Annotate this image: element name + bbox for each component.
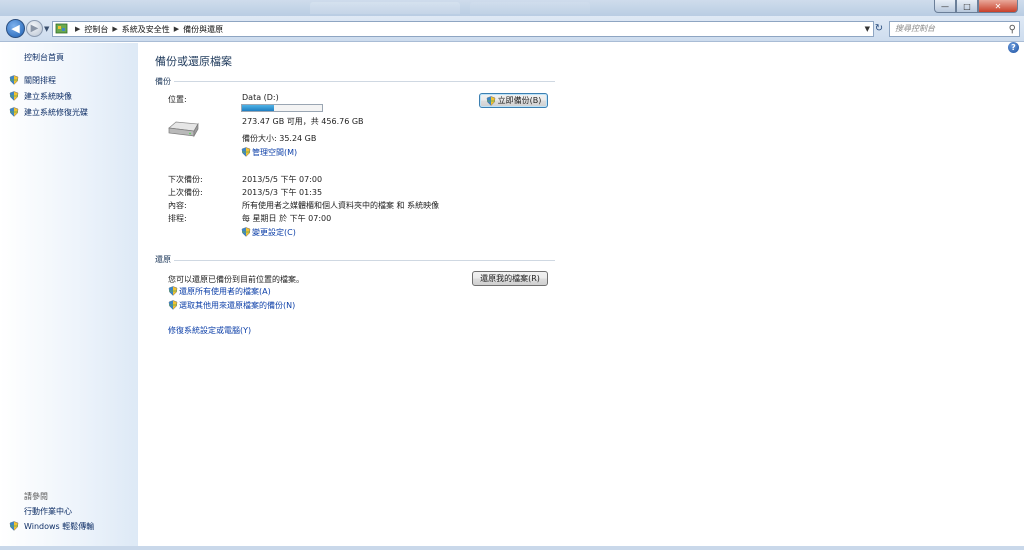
select-other-backup-link[interactable]: 選取其他用來還原檔案的備份(N) bbox=[179, 300, 295, 311]
backup-size: 備份大小: 35.24 GB bbox=[242, 134, 317, 143]
restore-description: 您可以還原已備份到目前位置的檔案。 bbox=[168, 275, 304, 284]
recover-system-link[interactable]: 修復系統設定或電腦(Y) bbox=[168, 325, 251, 336]
page-title: 備份或還原檔案 bbox=[155, 55, 232, 68]
shield-icon bbox=[9, 91, 19, 101]
arrow-left-icon: ◀ bbox=[11, 22, 20, 35]
sidebar-item-control-panel-home[interactable]: 控制台首頁 bbox=[24, 52, 64, 63]
breadcrumb-separator[interactable]: ▶ bbox=[112, 25, 117, 33]
schedule-value: 每 星期日 於 下午 07:00 bbox=[242, 214, 332, 223]
help-icon[interactable]: ? bbox=[1008, 42, 1019, 53]
breadcrumb-separator[interactable]: ▶ bbox=[174, 25, 179, 33]
minimize-button[interactable]: — bbox=[934, 0, 956, 13]
backup-section-heading: 備份 bbox=[155, 77, 171, 86]
sidebar-item-create-repair-disc[interactable]: 建立系統修復光碟 bbox=[24, 107, 88, 118]
change-settings-link[interactable]: 變更設定(C) bbox=[252, 227, 296, 238]
disk-space-text: 273.47 GB 可用，共 456.76 GB bbox=[242, 117, 364, 126]
breadcrumb-control-panel[interactable]: 控制台 bbox=[84, 24, 108, 35]
disk-usage-bar bbox=[241, 104, 323, 112]
sidebar bbox=[0, 43, 138, 550]
manage-space-link[interactable]: 管理空間(M) bbox=[252, 147, 297, 158]
search-input[interactable]: 搜尋控制台 ⚲ bbox=[889, 21, 1020, 37]
arrow-right-icon: ▶ bbox=[30, 23, 39, 34]
backup-now-button[interactable]: 立即備份(B) bbox=[479, 93, 548, 108]
restore-all-users-link[interactable]: 還原所有使用者的檔案(A) bbox=[179, 286, 271, 297]
schedule-label: 排程: bbox=[168, 214, 187, 223]
breadcrumb-system-security[interactable]: 系統及安全性 bbox=[122, 24, 170, 35]
search-placeholder: 搜尋控制台 bbox=[895, 24, 935, 33]
next-backup-label: 下次備份: bbox=[168, 175, 203, 184]
maximize-button[interactable]: □ bbox=[956, 0, 978, 13]
backup-now-label: 立即備份(B) bbox=[497, 96, 542, 105]
section-divider bbox=[174, 81, 555, 82]
last-backup-value: 2013/5/3 下午 01:35 bbox=[242, 188, 323, 197]
recent-pages-button[interactable]: ▼ bbox=[44, 25, 49, 33]
shield-icon bbox=[486, 95, 495, 106]
address-dropdown-icon[interactable]: ▼ bbox=[865, 25, 870, 33]
shield-icon bbox=[9, 107, 19, 117]
window-controls: — □ ✕ bbox=[934, 0, 1018, 14]
shield-icon bbox=[241, 147, 251, 157]
disk-usage-fill bbox=[242, 105, 274, 111]
window-bottom-border bbox=[0, 546, 1024, 550]
location-label: 位置: bbox=[168, 95, 187, 104]
restore-section-heading: 還原 bbox=[155, 255, 171, 264]
sidebar-item-turn-off-schedule[interactable]: 關閉排程 bbox=[24, 75, 56, 86]
forward-button[interactable]: ▶ bbox=[26, 20, 43, 37]
contents-value: 所有使用者之媒體櫃和個人資料夾中的檔案 和 系統映像 bbox=[242, 201, 440, 210]
control-panel-icon bbox=[55, 23, 68, 34]
refresh-icon[interactable]: ↻ bbox=[872, 21, 886, 37]
shield-icon bbox=[168, 286, 178, 296]
next-backup-value: 2013/5/5 下午 07:00 bbox=[242, 175, 323, 184]
sidebar-item-action-center[interactable]: 行動作業中心 bbox=[24, 506, 72, 517]
drive-name: Data (D:) bbox=[242, 93, 279, 102]
see-also-heading: 請參閱 bbox=[24, 492, 48, 501]
search-icon[interactable]: ⚲ bbox=[1009, 23, 1016, 37]
background-window-tab bbox=[310, 2, 460, 14]
shield-icon bbox=[9, 521, 19, 531]
breadcrumb-backup-restore[interactable]: 備份與還原 bbox=[183, 24, 223, 35]
shield-icon bbox=[9, 75, 19, 85]
address-bar[interactable]: ▶ 控制台 ▶ 系統及安全性 ▶ 備份與還原 ▼ bbox=[52, 21, 874, 37]
shield-icon bbox=[241, 227, 251, 237]
back-button[interactable]: ◀ bbox=[6, 19, 25, 38]
close-button[interactable]: ✕ bbox=[978, 0, 1018, 13]
window-titlebar: — □ ✕ bbox=[0, 0, 1024, 16]
restore-my-files-button[interactable]: 還原我的檔案(R) bbox=[472, 271, 548, 286]
contents-label: 內容: bbox=[168, 201, 187, 210]
background-window-tab bbox=[470, 2, 590, 14]
shield-icon bbox=[168, 300, 178, 310]
sidebar-item-create-system-image[interactable]: 建立系統映像 bbox=[24, 91, 72, 102]
address-toolbar: ◀ ▶ ▼ ▶ 控制台 ▶ 系統及安全性 ▶ 備份與還原 ▼ ↻ 搜尋控制台 ⚲ bbox=[0, 16, 1024, 42]
last-backup-label: 上次備份: bbox=[168, 188, 203, 197]
section-divider bbox=[174, 260, 555, 261]
breadcrumb-separator[interactable]: ▶ bbox=[75, 25, 80, 33]
hard-drive-icon bbox=[168, 121, 199, 138]
sidebar-item-windows-easy-transfer[interactable]: Windows 輕鬆傳輸 bbox=[24, 521, 94, 532]
